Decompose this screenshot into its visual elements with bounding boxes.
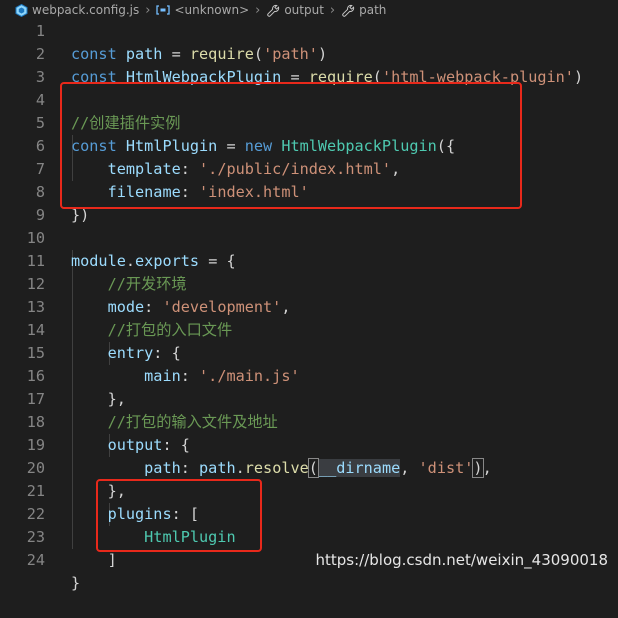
code-editor[interactable]: 1 2 3 4 5 6 7 8 9 10 11 12 13 14 15 16 1…: [0, 20, 618, 592]
symbol-variable-icon: [156, 3, 171, 17]
code-line[interactable]: mode: 'development',: [0, 273, 618, 316]
chevron-right-icon: ›: [329, 2, 336, 18]
code-line[interactable]: //打包的输入文件及地址: [0, 388, 618, 431]
wrench-icon: [266, 3, 280, 17]
breadcrumb-symbol-label: <unknown>: [174, 3, 250, 17]
chevron-right-icon: ›: [145, 2, 151, 18]
breadcrumb-file[interactable]: webpack.config.js: [14, 3, 139, 17]
breadcrumb-output[interactable]: output: [266, 3, 324, 17]
breadcrumb-file-label: webpack.config.js: [32, 3, 140, 17]
code-line[interactable]: module.exports = {: [0, 227, 618, 270]
code-line[interactable]: output: {: [0, 411, 618, 454]
wrench-icon: [341, 3, 355, 17]
breadcrumb: webpack.config.js › <unknown> › output ›…: [0, 0, 618, 20]
code-token: }: [71, 574, 81, 592]
breadcrumb-path-label: path: [359, 3, 387, 17]
code-line[interactable]: //开发环境: [0, 250, 618, 293]
code-line[interactable]: },: [0, 457, 618, 500]
webpack-file-icon: [14, 3, 28, 17]
breadcrumb-symbol[interactable]: <unknown>: [156, 3, 249, 17]
code-token: ): [573, 68, 584, 86]
chevron-right-icon: ›: [255, 2, 261, 18]
code-line[interactable]: const path = require('path'): [0, 20, 618, 63]
code-line[interactable]: path: path.resolve(__dirname, 'dist'),: [0, 434, 618, 478]
code-line[interactable]: const HtmlWebpackPlugin = require('html-…: [0, 43, 618, 86]
watermark: https://blog.csdn.net/weixin_43090018: [315, 551, 608, 569]
annotation-box-plugins: [96, 479, 262, 552]
code-line[interactable]: plugins: [: [0, 480, 618, 523]
code-line[interactable]: entry: {: [0, 319, 618, 362]
breadcrumb-output-label: output: [284, 3, 324, 17]
code-line[interactable]: HtmlPlugin: [0, 503, 618, 546]
code-line[interactable]: //打包的入口文件: [0, 296, 618, 339]
annotation-box-plugin-instance: [60, 82, 522, 209]
breadcrumb-path[interactable]: path: [341, 3, 386, 17]
code-line[interactable]: },: [0, 365, 618, 408]
code-line[interactable]: main: './main.js': [0, 342, 618, 385]
code-line[interactable]: ]: [0, 526, 618, 569]
